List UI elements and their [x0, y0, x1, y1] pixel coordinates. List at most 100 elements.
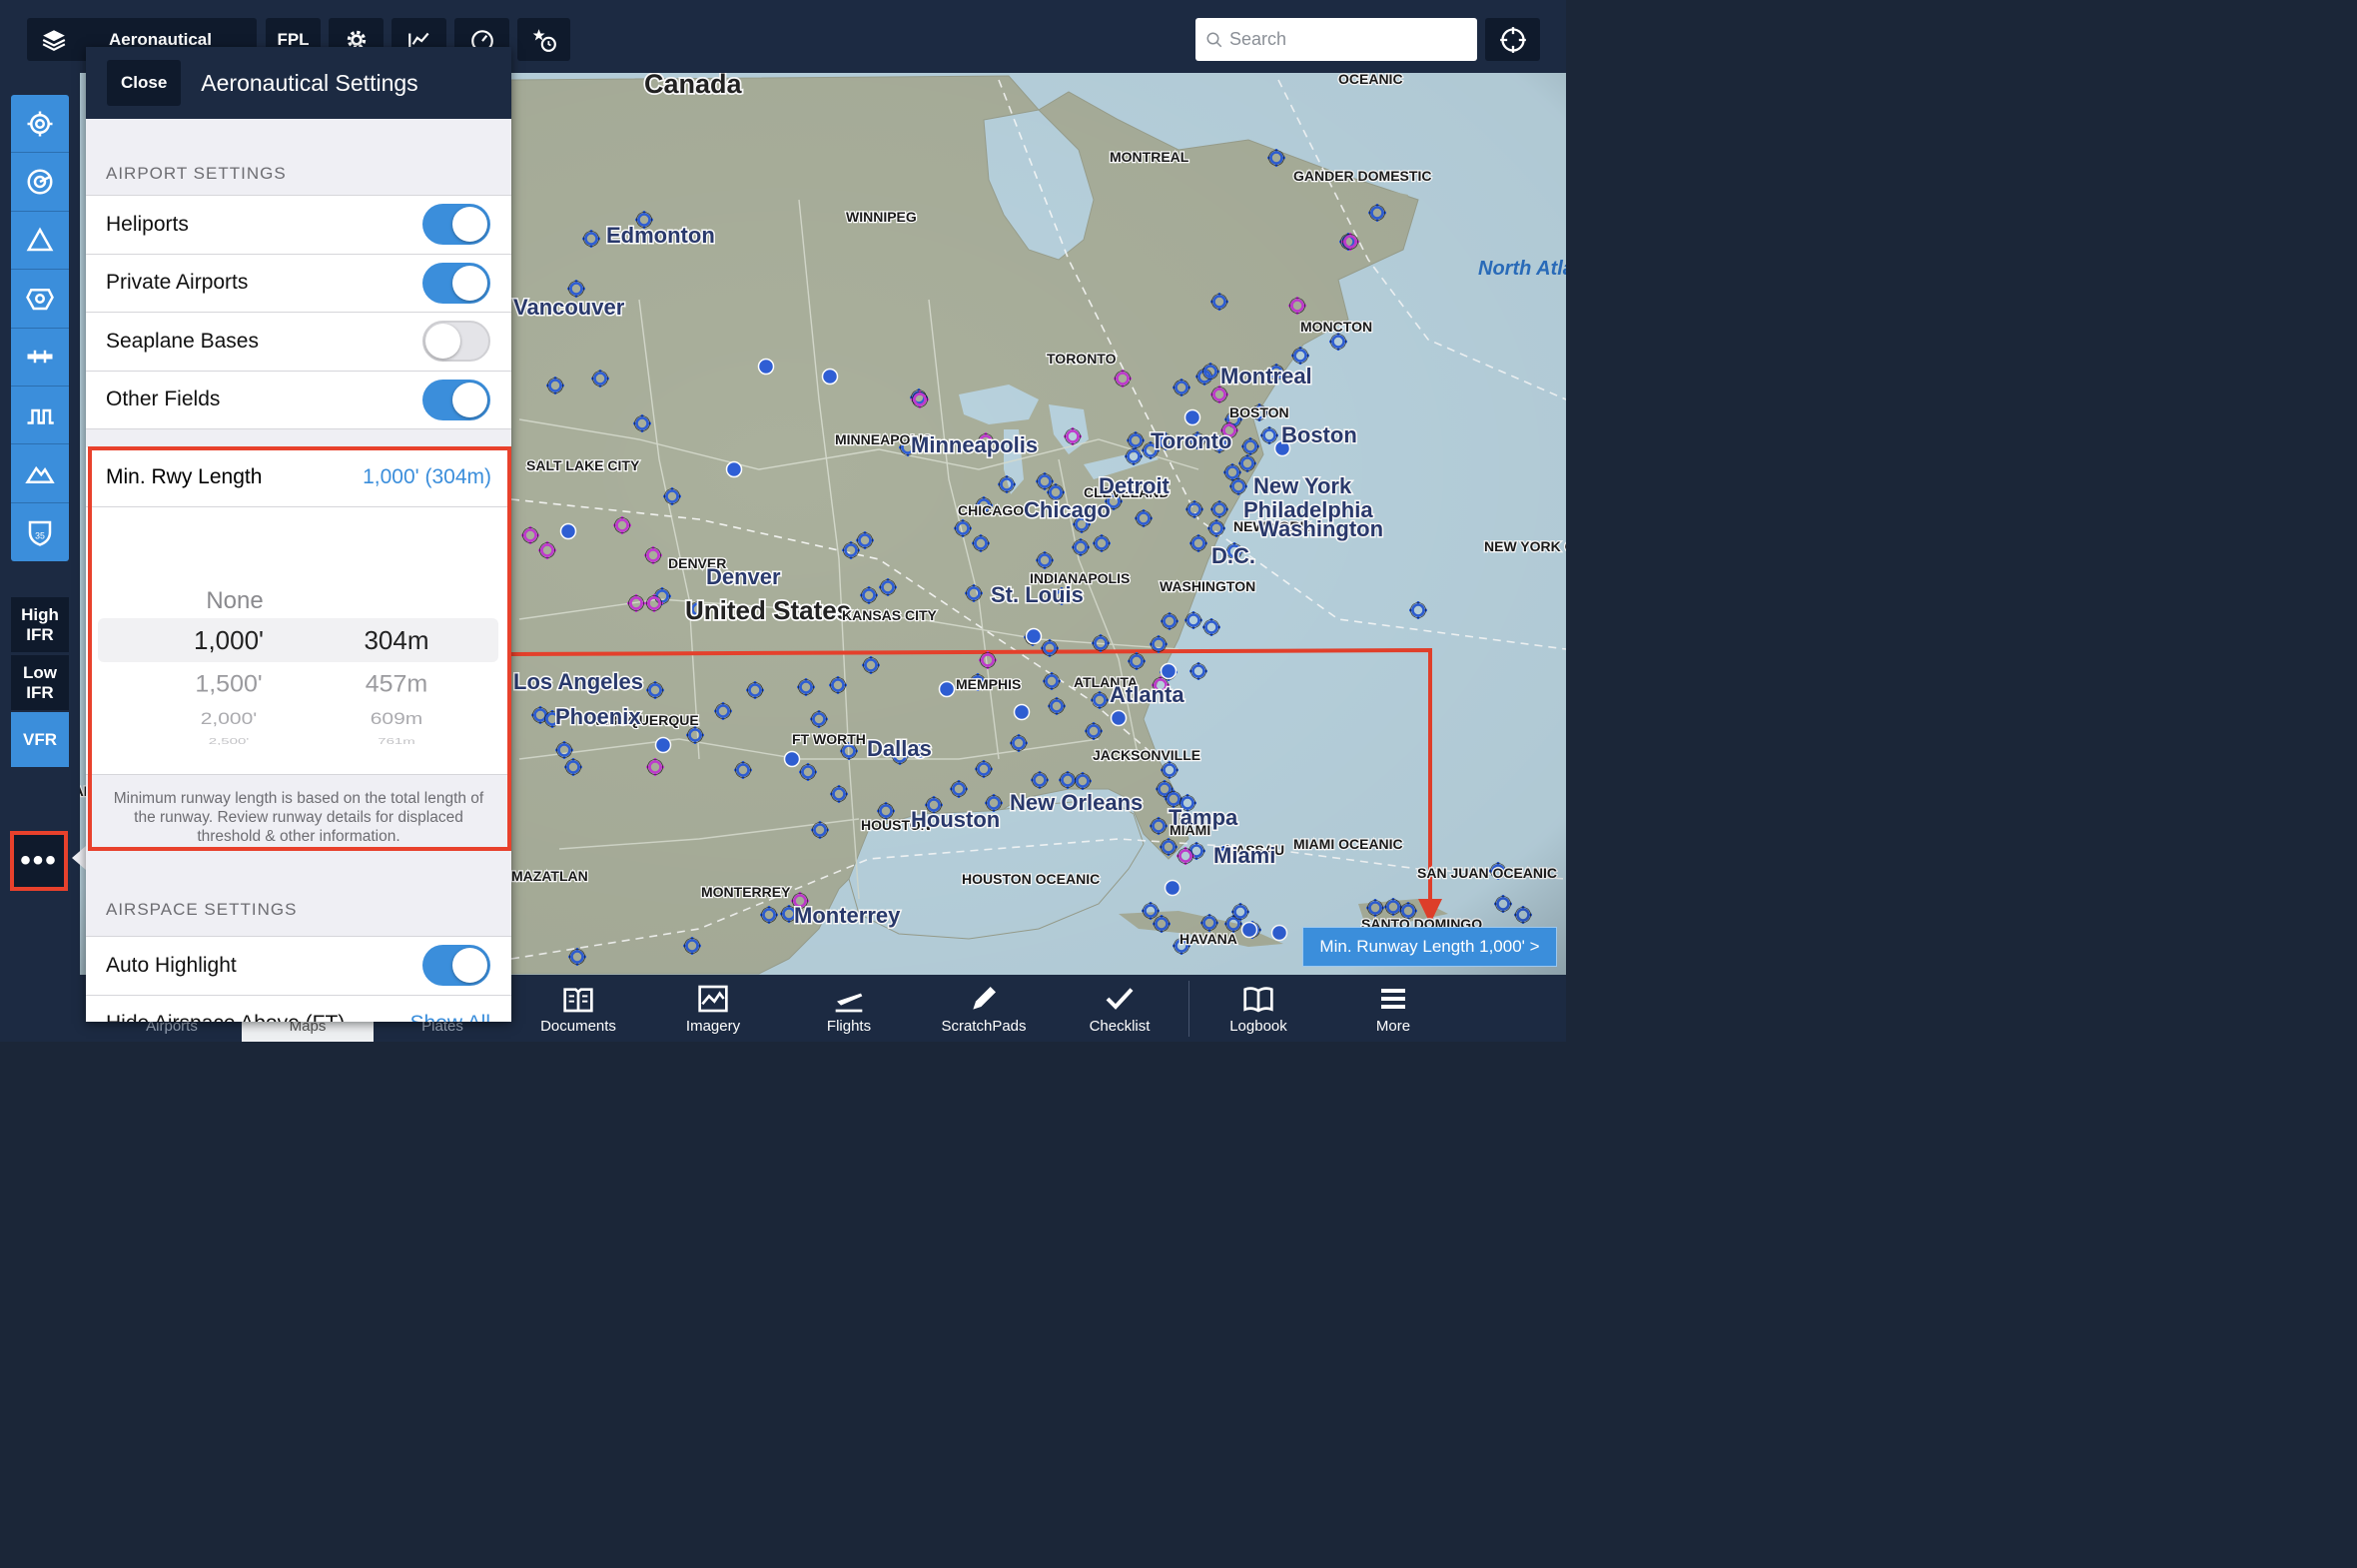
hide-airspace-row[interactable]: Hide Airspace Above (FT) Show All [86, 995, 511, 1022]
ellipsis-icon: ••• [20, 844, 58, 877]
hide-airspace-value: Show All [409, 1012, 490, 1022]
popover-title: Aeronautical Settings [201, 69, 418, 96]
picker-option-meters[interactable]: 304m [332, 625, 461, 656]
star-clock-icon [532, 28, 556, 52]
checklist-icon [1106, 988, 1134, 1010]
documents-icon [563, 988, 593, 1013]
popover-header: Close Aeronautical Settings [86, 47, 511, 119]
min-runway-length-value: 1,000' (304m) [363, 464, 491, 488]
heliports-row: Heliports [86, 196, 511, 255]
picker-option-feet[interactable]: 1,000' [164, 625, 294, 656]
other-fields-label: Other Fields [106, 388, 221, 411]
square-wave-icon [27, 408, 54, 424]
navaid-icon [27, 169, 53, 195]
airspace-tool-button[interactable] [11, 387, 69, 445]
search-input[interactable] [1229, 29, 1469, 50]
tab-documents[interactable]: Documents [513, 975, 643, 1042]
recents-button[interactable] [517, 18, 570, 61]
more-options-button[interactable]: ••• [10, 831, 68, 891]
chart-mode-vfr[interactable]: VFR [11, 712, 69, 767]
other-fields-toggle[interactable] [422, 379, 490, 420]
auto-highlight-row: Auto Highlight [86, 937, 511, 996]
auto-highlight-label: Auto Highlight [106, 953, 237, 977]
private-airports-toggle[interactable] [422, 262, 490, 304]
popover-arrow [72, 846, 86, 870]
locate-button[interactable] [1485, 18, 1540, 61]
seaplane-bases-row: Seaplane Bases [86, 313, 511, 372]
picker-option-meters[interactable]: 609m [332, 709, 461, 728]
logbook-icon [1243, 987, 1273, 1013]
toggle-knob [452, 207, 487, 243]
min-runway-length-row[interactable]: Min. Rwy Length 1,000' (304m) [86, 447, 511, 507]
tab-logbook[interactable]: Logbook [1193, 975, 1323, 1042]
imagery-icon [698, 985, 728, 1013]
picker-option-none[interactable]: None [170, 587, 300, 615]
search-icon [1206, 32, 1222, 47]
vor-tool-button[interactable] [11, 153, 69, 212]
runway-icon [27, 351, 53, 364]
tab-more[interactable]: More [1328, 975, 1458, 1042]
picker-option-feet[interactable]: 2,000' [164, 709, 294, 728]
heliports-label: Heliports [106, 212, 189, 236]
hide-airspace-label: Hide Airspace Above (FT) [106, 1012, 345, 1022]
min-runway-length-block: Min. Rwy Length 1,000' (304m) None 1,000… [86, 447, 511, 857]
waypoint-tool-button[interactable] [11, 212, 69, 271]
mountain-icon [25, 465, 55, 484]
map-tool-group: 35 [11, 95, 69, 562]
scratchpads-icon [973, 987, 996, 1010]
tab-imagery-label: Imagery [685, 1018, 741, 1035]
min-runway-length-tag[interactable]: Min. Runway Length 1,000' > [1302, 927, 1557, 967]
tab-flights[interactable]: Flights [784, 975, 914, 1042]
crosshair-icon [1499, 26, 1526, 53]
tab-flights-label: Flights [826, 1018, 872, 1035]
tab-more-label: More [1375, 1018, 1411, 1035]
picker-option-meters[interactable]: 457m [332, 671, 461, 699]
picker-option-feet[interactable]: 2,500' [164, 737, 294, 746]
runway-tool-button[interactable] [11, 329, 69, 387]
aeronautical-settings-popover: Close Aeronautical Settings AIRPORT SETT… [86, 47, 511, 1022]
private-airports-row: Private Airports [86, 254, 511, 313]
highway-shield-icon: 35 [28, 520, 52, 546]
tab-scratchpads-label: ScratchPads [941, 1018, 1027, 1035]
toggle-knob [452, 265, 487, 301]
chart-mode-high-ifr[interactable]: High IFR [11, 597, 69, 652]
tab-checklist-label: Checklist [1089, 1018, 1151, 1035]
toggle-knob [452, 948, 487, 984]
more-icon [1381, 989, 1405, 1009]
other-fields-row: Other Fields [86, 371, 511, 429]
private-airports-label: Private Airports [106, 271, 249, 295]
auto-highlight-toggle[interactable] [422, 945, 490, 987]
tab-divider [1188, 981, 1189, 1037]
picker-option-meters[interactable]: 761m [332, 737, 461, 746]
tab-documents-label: Documents [540, 1018, 616, 1035]
airport-settings-header: AIRPORT SETTINGS [86, 119, 511, 196]
airport-target-icon [27, 111, 53, 137]
toggle-knob [452, 382, 487, 417]
seaplane-bases-toggle[interactable] [422, 321, 490, 363]
layers-icon [42, 29, 66, 51]
triangle-icon [26, 227, 54, 252]
tab-logbook-label: Logbook [1229, 1018, 1287, 1035]
svg-text:35: 35 [35, 530, 45, 540]
tab-scratchpads[interactable]: ScratchPads [919, 975, 1049, 1042]
terrain-tool-button[interactable] [11, 444, 69, 503]
picker-option-feet[interactable]: 1,500' [164, 671, 294, 699]
route-tool-button[interactable] [11, 95, 69, 154]
search-field[interactable] [1195, 18, 1477, 61]
min-runway-length-note: Minimum runway length is based on the to… [113, 790, 484, 845]
tab-checklist[interactable]: Checklist [1055, 975, 1184, 1042]
heliports-toggle[interactable] [422, 204, 490, 246]
min-runway-length-label: Min. Rwy Length [106, 464, 263, 488]
airspace-settings-header: AIRSPACE SETTINGS [86, 857, 511, 937]
tab-imagery[interactable]: Imagery [648, 975, 778, 1042]
ndb-tool-button[interactable] [11, 270, 69, 329]
flights-icon [835, 993, 863, 1013]
heliport-icon [26, 288, 54, 311]
runway-length-picker[interactable]: None 1,000' 304m 1,500' 457m 2,000' 609m… [86, 507, 511, 775]
chart-mode-low-ifr[interactable]: Low IFR [11, 655, 69, 710]
close-button[interactable]: Close [107, 60, 182, 106]
toggle-knob [425, 324, 460, 360]
highway-tool-button[interactable]: 35 [11, 503, 69, 561]
seaplane-bases-label: Seaplane Bases [106, 329, 259, 353]
